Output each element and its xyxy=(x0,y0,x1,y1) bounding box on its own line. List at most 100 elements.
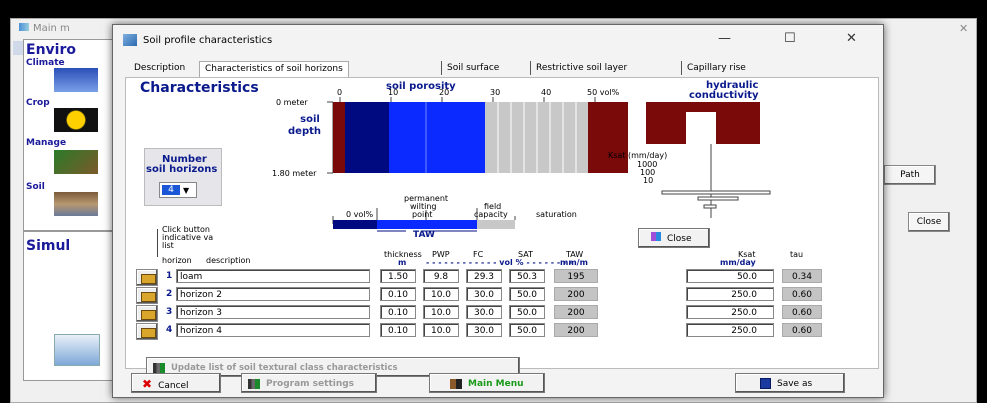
sat-input[interactable]: 50.0 xyxy=(509,323,545,337)
management-label: Manage xyxy=(26,138,67,148)
tab-capillary-rise[interactable]: Capillary rise xyxy=(681,61,751,75)
environment-panel: Enviro Climate Crop Manage Soil xyxy=(23,39,115,231)
ksat-indicator-3 xyxy=(703,204,717,209)
close-icon[interactable]: ✕ xyxy=(846,31,857,46)
folder-icon xyxy=(141,328,156,338)
header-thickness-unit: m xyxy=(398,258,407,267)
pwp-zone xyxy=(345,102,389,173)
row-number: 2 xyxy=(166,289,173,299)
taw-value: 200 xyxy=(554,323,598,337)
legend-pwp-3: point xyxy=(412,210,433,219)
soil-icon[interactable] xyxy=(54,192,98,216)
maximize-icon[interactable]: ☐ xyxy=(784,31,796,46)
climate-icon[interactable] xyxy=(54,68,98,92)
tab-soil-surface[interactable]: Soil surface xyxy=(441,61,504,75)
soil-depth-label-2: depth xyxy=(288,126,321,137)
simulation-icon[interactable] xyxy=(54,334,100,366)
porosity-tick-label: 50 vol% xyxy=(587,88,620,97)
ksat-input[interactable]: 250.0 xyxy=(686,305,774,319)
ksat-input[interactable]: 250.0 xyxy=(686,287,774,301)
environment-label: Enviro xyxy=(26,42,76,58)
tab-restrictive-soil-layer[interactable]: Restrictive soil layer xyxy=(530,61,632,75)
main-window-title: Main m xyxy=(19,23,70,34)
legend-close-button[interactable]: Close xyxy=(638,228,710,248)
ksat-tick-10: 10 xyxy=(643,176,654,185)
climate-label: Climate xyxy=(26,58,65,68)
cancel-button[interactable]: ✖ Cancel xyxy=(131,373,221,393)
profile-left-strip xyxy=(333,102,345,173)
thickness-input[interactable]: 0.10 xyxy=(380,287,416,301)
fc-input[interactable]: 30.0 xyxy=(466,323,502,337)
row-number: 1 xyxy=(166,271,173,281)
fc-input[interactable]: 30.0 xyxy=(466,287,502,301)
description-input[interactable]: loam xyxy=(176,269,370,283)
legend-drain-bar xyxy=(477,220,515,229)
cancel-label: Cancel xyxy=(158,381,189,391)
folder-icon xyxy=(141,274,156,284)
pwp-input[interactable]: 10.0 xyxy=(423,323,459,337)
pwp-input[interactable]: 9.8 xyxy=(423,269,459,283)
pwp-input[interactable]: 10.0 xyxy=(423,287,459,301)
legend-sat: saturation xyxy=(536,210,577,219)
management-icon[interactable] xyxy=(54,150,98,174)
main-close-button[interactable]: Close xyxy=(908,212,950,232)
fc-input[interactable]: 29.3 xyxy=(466,269,502,283)
taw-value: 200 xyxy=(554,305,598,319)
description-input[interactable]: horizon 3 xyxy=(176,305,370,319)
sat-input[interactable]: 50.0 xyxy=(509,305,545,319)
crop-icon[interactable] xyxy=(54,108,98,132)
save-as-button[interactable]: Save as xyxy=(735,373,845,393)
ksat-bar-inner xyxy=(686,112,716,144)
main-window-title-text: Main m xyxy=(33,23,70,34)
legend-close-label: Close xyxy=(667,234,692,244)
hint-line-3: list xyxy=(162,241,174,250)
header-horizon: horizon xyxy=(162,256,192,265)
header-vol-unit-text: vol % xyxy=(499,258,524,267)
ksat-indicator-1 xyxy=(661,190,771,195)
soil-horizons-label: soil horizons xyxy=(146,164,218,175)
folder-button[interactable] xyxy=(136,323,158,340)
tab-description[interactable]: Description xyxy=(129,61,190,75)
sat-input[interactable]: 50.3 xyxy=(509,269,545,283)
header-vol-unit: - - - - - - - - - - - - vol % - - - - - … xyxy=(426,258,573,267)
minimize-icon[interactable]: — xyxy=(718,31,731,46)
fc-input[interactable]: 30.0 xyxy=(466,305,502,319)
ksat-indicator-2 xyxy=(697,196,739,201)
hint-text: Click button indicative va list xyxy=(162,226,213,250)
thickness-input[interactable]: 0.10 xyxy=(380,305,416,319)
main-left-strip xyxy=(13,41,23,55)
description-input[interactable]: horizon 2 xyxy=(176,287,370,301)
simulation-panel: Simul xyxy=(23,231,115,381)
crop-label: Crop xyxy=(26,98,50,108)
tau-value: 0.60 xyxy=(782,305,822,319)
porosity-tick-label: 10 xyxy=(388,88,398,97)
header-tau: tau xyxy=(790,250,804,259)
thickness-input[interactable]: 0.10 xyxy=(380,323,416,337)
legend-fc-2: capacity xyxy=(474,210,508,219)
folder-button[interactable] xyxy=(136,305,158,322)
thickness-input[interactable]: 1.50 xyxy=(380,269,416,283)
legend-pwp-bar xyxy=(333,220,377,229)
folder-icon xyxy=(141,310,156,320)
horizons-select[interactable]: 4 ▼ xyxy=(159,182,197,198)
taw-zone xyxy=(389,102,485,173)
ksat-input[interactable]: 50.0 xyxy=(686,269,774,283)
description-input[interactable]: horizon 4 xyxy=(176,323,370,337)
folder-button[interactable] xyxy=(136,269,158,286)
main-close-icon[interactable]: ✕ xyxy=(959,22,968,35)
program-settings-label: Program settings xyxy=(266,379,355,389)
desktop-top-bar xyxy=(0,0,987,18)
tab-characteristics-of-soil-horizons[interactable]: Characteristics of soil horizons xyxy=(199,61,349,77)
depth-top-label: 0 meter xyxy=(276,98,308,107)
program-settings-button[interactable]: Program settings xyxy=(241,373,377,393)
hint-bracket xyxy=(157,229,158,257)
path-button[interactable]: Path xyxy=(884,165,936,185)
main-menu-button[interactable]: Main Menu xyxy=(429,373,545,393)
sat-input[interactable]: 50.0 xyxy=(509,287,545,301)
folder-button[interactable] xyxy=(136,287,158,304)
main-menu-label: Main Menu xyxy=(468,379,524,389)
ksat-input[interactable]: 250.0 xyxy=(686,323,774,337)
pwp-input[interactable]: 10.0 xyxy=(423,305,459,319)
chevron-down-icon[interactable]: ▼ xyxy=(183,186,189,195)
settings-people-icon xyxy=(248,378,260,389)
